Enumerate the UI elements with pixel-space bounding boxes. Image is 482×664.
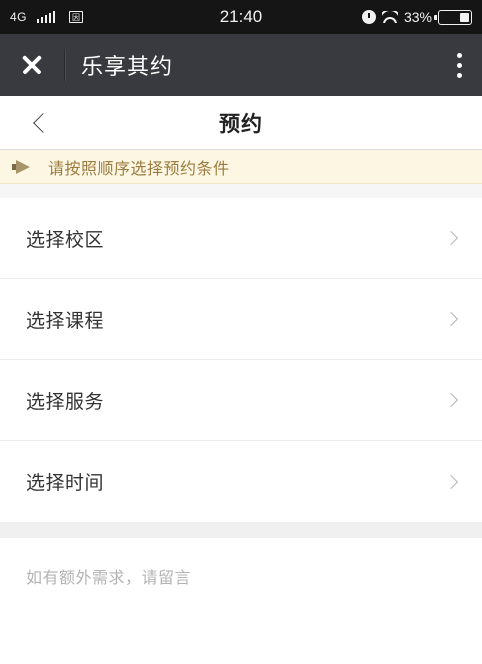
- app-bar: 乐享其约: [0, 34, 482, 96]
- list-item-label: 选择时间: [26, 472, 105, 494]
- notice-text: 请按照顺序选择预约条件: [48, 158, 230, 178]
- more-vertical-icon[interactable]: [451, 49, 468, 82]
- select-time-item[interactable]: 选择时间: [0, 441, 482, 522]
- app-bar-divider: [64, 49, 65, 81]
- horn-icon: [12, 159, 32, 174]
- remark-section: [0, 538, 482, 664]
- battery-level: [459, 12, 469, 22]
- select-service-item[interactable]: 选择服务: [0, 360, 482, 441]
- status-bar: 4G 因 21:40 33%: [0, 0, 482, 34]
- nav-bar: 预约: [0, 96, 482, 150]
- chevron-right-icon: [443, 392, 459, 408]
- remark-input[interactable]: [26, 564, 456, 644]
- page-title: 预约: [219, 111, 263, 136]
- section-gap: [0, 522, 482, 538]
- chevron-right-icon: [443, 474, 459, 489]
- alarm-icon: [361, 10, 376, 24]
- app-title: 乐享其约: [81, 55, 174, 80]
- section-gap: [0, 184, 482, 198]
- wifi-icon: [381, 11, 398, 23]
- select-campus-item[interactable]: 选择校区: [0, 198, 482, 279]
- status-left: 4G 因: [10, 10, 84, 24]
- chevron-left-icon[interactable]: [22, 96, 62, 150]
- list-item-label: 选择服务: [26, 390, 105, 413]
- chevron-right-icon: [443, 230, 459, 246]
- battery-percent: 33%: [403, 9, 432, 25]
- sim-icon: 因: [69, 11, 84, 23]
- chevron-right-icon: [443, 311, 459, 327]
- list-item-label: 选择课程: [26, 309, 105, 332]
- select-course-item[interactable]: 选择课程: [0, 279, 482, 360]
- list-item-label: 选择校区: [26, 228, 105, 251]
- signal-icon: [37, 11, 56, 23]
- booking-options-list: 选择校区 选择课程 选择服务 选择时间: [0, 198, 482, 522]
- status-right: 33%: [361, 9, 472, 25]
- battery-icon: [434, 9, 472, 25]
- close-icon[interactable]: [18, 51, 46, 79]
- network-type: 4G: [10, 10, 28, 24]
- notice-banner: 请按照顺序选择预约条件: [0, 150, 482, 184]
